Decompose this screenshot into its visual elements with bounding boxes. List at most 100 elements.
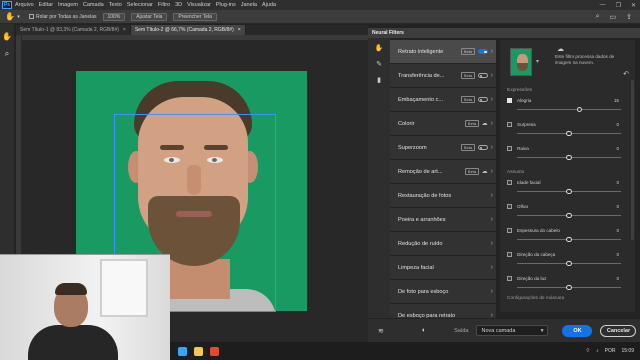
menu-imagem[interactable]: Imagem (58, 2, 78, 8)
filter-item[interactable]: Embaçamento c... Beta › (390, 88, 496, 112)
slider-track[interactable] (517, 109, 621, 110)
filter-item[interactable]: Retrato inteligente Beta › (390, 40, 496, 64)
face-thumbnail[interactable] (510, 48, 532, 76)
slider-knob[interactable] (566, 154, 572, 160)
hand-icon[interactable]: ✋ (5, 12, 15, 22)
filter-item[interactable]: Redução de ruído › (390, 232, 496, 256)
settings-scrollbar[interactable] (631, 80, 634, 240)
hand-icon[interactable]: ✋ (375, 44, 384, 52)
menu-filtro[interactable]: Filtro (158, 2, 170, 8)
explorer-app-icon[interactable] (194, 346, 203, 356)
maximize-icon[interactable]: ❐ (616, 2, 621, 9)
slider-knob[interactable] (566, 236, 572, 242)
filter-toggle[interactable] (477, 49, 488, 54)
fill-screen-button[interactable]: Preencher Tela (173, 12, 217, 21)
menu-janela[interactable]: Janela (241, 2, 257, 8)
doc-tab-2[interactable]: Sem Título-2 @ 66,7% (Camada 2, RGB/8#) … (130, 25, 246, 35)
filter-toggle[interactable] (477, 73, 488, 78)
menu-editar[interactable]: Editar (39, 2, 53, 8)
menu-ajuda[interactable]: Ajuda (262, 2, 276, 8)
slider-knob[interactable] (566, 260, 572, 266)
search-icon[interactable]: ⌕ (596, 13, 600, 21)
beta-badge: Beta (465, 168, 479, 175)
fit-screen-button[interactable]: Ajustar Tela (131, 12, 168, 21)
menu-3d[interactable]: 3D (175, 2, 182, 8)
slider-checkbox[interactable] (507, 98, 512, 103)
zoom-100-button[interactable]: 100% (102, 12, 126, 21)
filter-name: Poeira e arranhões (398, 216, 446, 223)
ok-button[interactable]: OK (562, 324, 593, 337)
cloud-download-icon[interactable]: ☁ (482, 168, 488, 175)
minimize-icon[interactable]: — (600, 2, 606, 8)
preview-eye-icon[interactable]: ◐ (422, 327, 426, 334)
slider-label: Olhar (517, 204, 529, 209)
menu-texto[interactable]: Texto (109, 2, 122, 8)
filter-item[interactable]: Transferência de... Beta › (390, 64, 496, 88)
wifi-icon[interactable]: ⌔ (585, 348, 590, 354)
chevron-right-icon: › (490, 288, 493, 295)
filter-item[interactable]: Poeira e arranhões › (390, 208, 496, 232)
slider-checkbox[interactable] (507, 252, 512, 257)
slider-label: Alegria (517, 98, 532, 103)
slider-knob[interactable] (566, 188, 572, 194)
reset-icon[interactable]: ↶ (623, 70, 629, 78)
filter-name: Embaçamento c... (398, 96, 444, 103)
cancel-button[interactable]: Cancelar (600, 324, 637, 337)
menu-arquivo[interactable]: Arquivo (15, 2, 34, 8)
volume-icon[interactable]: ♪ (596, 348, 599, 354)
chevron-down-icon[interactable]: ▾ (536, 58, 539, 65)
clock[interactable]: 15:09 (621, 348, 634, 354)
cloud-download-icon[interactable]: ☁ (482, 120, 488, 127)
slider-knob[interactable] (566, 212, 572, 218)
eraser-icon[interactable]: ▮ (377, 76, 381, 84)
language-indicator[interactable]: POR (605, 348, 616, 354)
chevron-down-icon[interactable]: ▾ (16, 12, 21, 22)
slider-knob[interactable] (566, 130, 572, 136)
brush-icon[interactable]: ✎ (376, 60, 382, 68)
slider-checkbox[interactable] (507, 228, 512, 233)
filter-item[interactable]: Colorir Beta ☁ › (390, 112, 496, 136)
slider-checkbox[interactable] (507, 276, 512, 281)
close-icon[interactable]: ✕ (631, 2, 636, 9)
filter-item[interactable]: Limpeza facial › (390, 256, 496, 280)
close-icon[interactable]: × (123, 27, 126, 33)
webcam-overlay (0, 254, 170, 360)
menu-selecionar[interactable]: Selecionar (127, 2, 153, 8)
doc-tab-1[interactable]: Sem Título-1 @ 83,3% (Camada 2, RGB/8#) … (16, 25, 131, 35)
setting-slider: Direção da cabeça 0 (507, 252, 627, 270)
filter-toggle[interactable] (477, 97, 488, 102)
filter-item[interactable]: Remoção de art... Beta ☁ › (390, 160, 496, 184)
layers-icon[interactable]: ≋ (378, 327, 384, 335)
slider-checkbox[interactable] (507, 180, 512, 185)
filter-name: Redução de ruído (398, 240, 443, 247)
filter-toggle[interactable] (477, 145, 488, 150)
document-tabs: Sem Título-1 @ 83,3% (Camada 2, RGB/8#) … (16, 25, 368, 35)
slider-knob[interactable] (576, 106, 583, 112)
slider-knob[interactable] (566, 284, 572, 290)
setting-slider: Raiva 0 (507, 146, 627, 164)
share-icon[interactable]: ⇪ (626, 13, 632, 21)
slider-checkbox[interactable] (507, 204, 512, 209)
filter-item[interactable]: Superzoom Beta › (390, 136, 496, 160)
setting-slider: Idade facial 0 (507, 180, 627, 198)
filter-item[interactable]: Restauração de fotos › (390, 184, 496, 208)
filter-item[interactable]: De foto para esboço › (390, 280, 496, 304)
menu-plugins[interactable]: Plug-ins (216, 2, 236, 8)
slider-checkbox[interactable] (507, 122, 512, 127)
output-select[interactable]: Nova camada ▾ (476, 325, 549, 336)
zoom-tool-icon[interactable]: ⌕ (5, 49, 9, 59)
hand-tool-icon[interactable]: ✋ (2, 32, 12, 41)
section-subject: Assunto (507, 170, 525, 175)
scroll-all-checkbox[interactable] (29, 14, 34, 19)
browser-app-icon[interactable] (210, 346, 219, 356)
slider-checkbox[interactable] (507, 146, 512, 151)
workspace-icon[interactable]: ▭ (610, 13, 617, 21)
webcam-person-body (28, 325, 118, 360)
chevron-right-icon: › (490, 72, 493, 79)
close-icon[interactable]: × (238, 27, 241, 33)
doc-tab-label: Sem Título-2 @ 66,7% (Camada 2, RGB/8#) (134, 27, 234, 33)
menu-camada[interactable]: Camada (83, 2, 104, 8)
menu-visualizar[interactable]: Visualizar (187, 2, 211, 8)
slider-value: 0 (616, 204, 619, 209)
photoshop-app-icon[interactable] (178, 346, 187, 356)
